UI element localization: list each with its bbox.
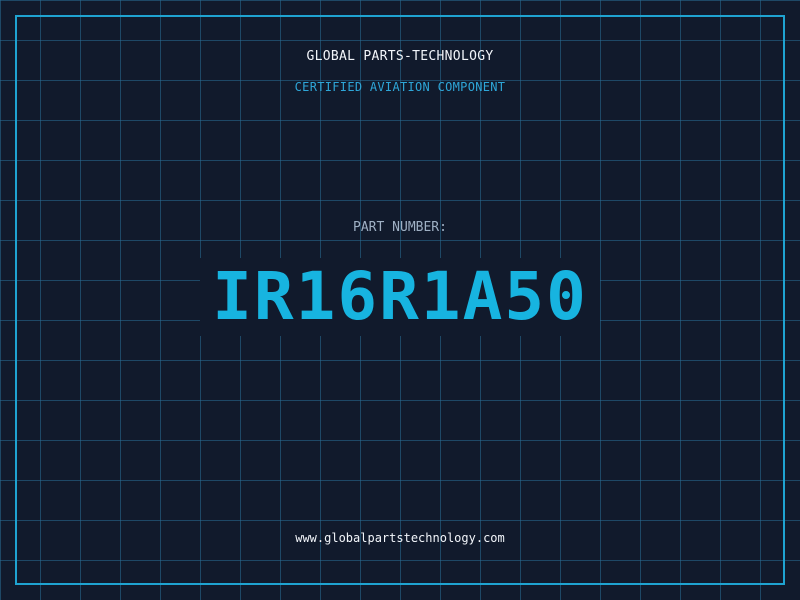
certification-tagline: CERTIFIED AVIATION COMPONENT <box>294 80 506 94</box>
part-number-value: IR16R1A50 <box>212 258 588 335</box>
website-url: www.globalpartstechnology.com <box>295 531 505 545</box>
part-number-label: PART NUMBER: <box>353 220 447 235</box>
part-card: GLOBAL PARTS-TECHNOLOGY CERTIFIED AVIATI… <box>0 0 800 600</box>
company-name: GLOBAL PARTS-TECHNOLOGY <box>306 49 494 64</box>
